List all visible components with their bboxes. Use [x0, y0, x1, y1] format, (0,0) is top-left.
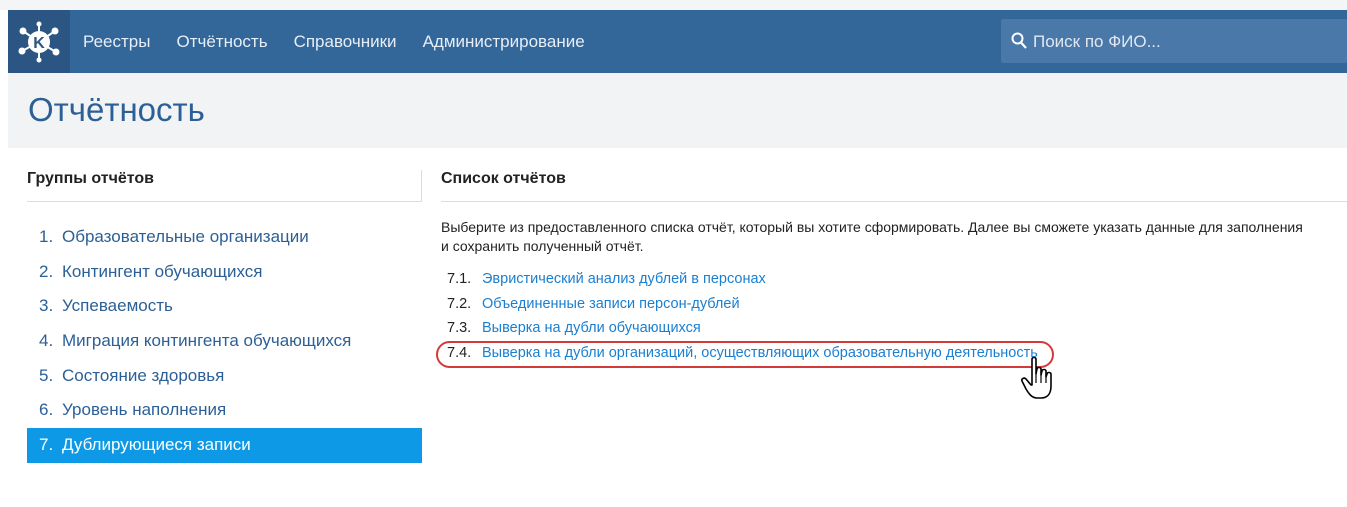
top-navbar: K Реестры Отчётность Справочники Админис… — [8, 10, 1347, 73]
window-top-edge — [0, 0, 1347, 10]
report-item-number: 7.1. — [447, 271, 472, 287]
main-menu: Реестры Отчётность Справочники Администр… — [83, 10, 611, 73]
report-item: 7.3. Выверка на дубли обучающихся — [447, 316, 1038, 341]
group-item-number: 6. — [39, 400, 54, 420]
group-item-number: 7. — [39, 435, 54, 455]
report-link[interactable]: Эвристический анализ дублей в персонах — [482, 271, 766, 287]
nav-item-registries[interactable]: Реестры — [83, 10, 150, 73]
report-groups-list: 1. Образовательные организации 2. Континге… — [27, 220, 422, 463]
search-input[interactable] — [1031, 19, 1335, 65]
group-item[interactable]: 4. Миграция контингента обучающихся — [27, 324, 422, 359]
group-item-label: Дублирующиеся записи — [62, 435, 251, 455]
report-item-number: 7.3. — [447, 320, 472, 336]
search-box — [1001, 19, 1347, 65]
highlight-oval — [436, 341, 1054, 368]
divider — [441, 201, 1347, 202]
group-item-label: Контингент обучающихся — [62, 261, 263, 281]
group-item-label: Миграция контингента обучающихся — [62, 331, 352, 351]
page-title: Отчётность — [28, 91, 205, 128]
report-list-panel: Список отчётов Выберите из предоставленн… — [441, 148, 1347, 478]
group-item-label: Состояние здоровья — [62, 365, 225, 385]
group-item[interactable]: 6. Уровень наполнения — [27, 393, 422, 428]
group-item-number: 1. — [39, 227, 54, 246]
report-groups-heading: Группы отчётов — [27, 170, 154, 187]
report-item-number: 7.2. — [447, 295, 472, 312]
report-item: 7.1. Эвристический анализ дублей в персон… — [447, 267, 1038, 292]
nav-item-directories[interactable]: Справочники — [294, 10, 397, 73]
group-item-label: Образовательные организации — [62, 227, 309, 246]
nav-item-administration[interactable]: Администрирование — [423, 10, 585, 73]
group-item-active[interactable]: 7. Дублирующиеся записи — [27, 428, 422, 463]
hand-pointer-icon — [1021, 356, 1052, 399]
group-item[interactable]: 5. Состояние здоровья — [27, 359, 422, 394]
group-item-number: 4. — [39, 331, 54, 351]
group-item-label: Уровень наполнения — [62, 400, 227, 420]
nav-item-reporting[interactable]: Отчётность — [176, 10, 267, 73]
report-link[interactable]: Объединенные записи персон-дублей — [482, 296, 740, 312]
column-separator — [421, 170, 422, 201]
group-item[interactable]: 2. Контингент обучающихся — [27, 255, 422, 290]
report-list-description: Выберите из предоставленного списка отчё… — [441, 218, 1347, 256]
search-icon — [1011, 32, 1027, 49]
description-line: и сохранить полученный отчёт. — [441, 238, 644, 254]
group-item[interactable]: 3. Успеваемость — [27, 289, 422, 324]
report-link[interactable]: Выверка на дубли обучающихся — [482, 320, 701, 336]
divider — [27, 201, 422, 202]
svg-text:K: K — [33, 35, 45, 52]
group-item[interactable]: 1. Образовательные организации — [27, 220, 422, 255]
report-list-heading: Список отчётов — [441, 170, 566, 187]
description-line: Выберите из предоставленного списка отчё… — [441, 219, 1303, 235]
group-item-label: Успеваемость — [62, 296, 173, 316]
group-item-number: 5. — [39, 365, 54, 385]
report-item: 7.2. Объединенные записи персон-дублей — [447, 292, 1038, 317]
group-item-number: 3. — [39, 296, 54, 316]
group-item-number: 2. — [39, 261, 54, 281]
report-groups-panel: Группы отчётов 1. Образовательные организ… — [27, 148, 422, 478]
page-header: Отчётность — [8, 73, 1347, 148]
app-logo[interactable]: K — [8, 10, 70, 73]
k-logo-icon: K — [18, 21, 60, 63]
